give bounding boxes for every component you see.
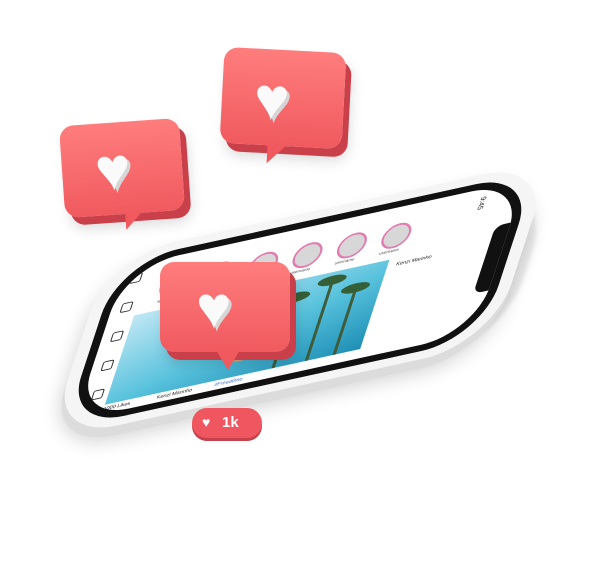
add-icon[interactable] (109, 330, 125, 343)
bubble-tail (125, 210, 145, 230)
heart-icon[interactable] (100, 359, 115, 372)
like-count: 1k (222, 414, 239, 431)
palm-trunk (332, 288, 358, 356)
heart-icon: ♥ (92, 134, 133, 204)
illustration: 9:45 Your Story username username userna… (0, 0, 600, 569)
heart-bubble: ♥ (160, 262, 290, 370)
heart-bubble: ♥ (58, 117, 186, 230)
heart-bubble: ♥ (219, 46, 347, 165)
search-icon[interactable] (119, 301, 134, 314)
post-author[interactable]: Kenzi Marinho (395, 254, 432, 268)
home-icon[interactable] (128, 271, 144, 285)
heart-icon: ♥ (196, 274, 232, 341)
heart-icon: ♥ (252, 64, 292, 134)
heart-icon: ♥ (202, 414, 211, 430)
like-count-badge: ♥ 1k (192, 408, 262, 438)
bubble-tail (216, 350, 240, 370)
bubble-tail (266, 143, 288, 165)
profile-icon[interactable] (90, 388, 106, 401)
